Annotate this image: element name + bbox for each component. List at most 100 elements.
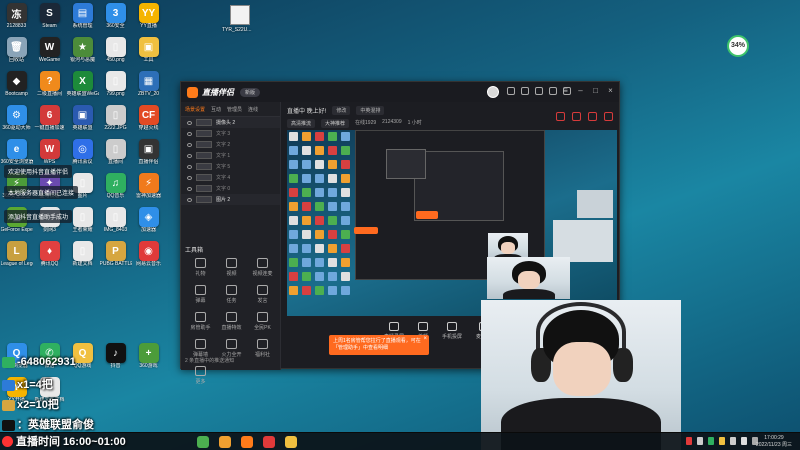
desktop-icon[interactable]: ▣ 英雄联盟 <box>66 104 99 138</box>
battery-widget[interactable]: 34% <box>727 35 749 57</box>
desktop-icon[interactable]: ♫ QQ音乐 <box>99 172 132 206</box>
eye-icon[interactable] <box>187 186 192 191</box>
minimize-button[interactable]: – <box>576 86 585 95</box>
scene-item[interactable]: 文字 0 <box>181 183 280 194</box>
tool-item[interactable]: 发言 <box>247 285 278 304</box>
share-icon[interactable] <box>588 112 597 121</box>
edit-title-button[interactable]: 修改 <box>332 106 351 115</box>
desktop-icon[interactable]: ⚡ 雷神加速器 <box>132 172 165 206</box>
eye-icon[interactable] <box>187 164 192 169</box>
desktop-icon[interactable]: ? 二级直播间 <box>33 70 66 104</box>
desktop-icon[interactable]: ▯ 直播间 <box>99 138 132 172</box>
desktop-icon[interactable]: W WeGame <box>33 36 66 70</box>
maximize-button[interactable]: □ <box>591 86 600 95</box>
desktop-icon[interactable]: ▯ 2222.JPG <box>99 104 132 138</box>
desktop-icon[interactable]: X英雄联盟WeGame <box>66 70 99 104</box>
desktop-icon[interactable]: S Steam <box>33 2 66 36</box>
close-button[interactable]: × <box>606 86 615 95</box>
category-pill[interactable]: 中英混排 <box>356 106 385 115</box>
eye-icon[interactable] <box>187 153 192 158</box>
scene-item[interactable]: 文字 3 <box>181 128 280 139</box>
taskbar-app-icon[interactable] <box>285 436 297 448</box>
tool-item[interactable]: 房管助手 <box>185 312 216 331</box>
desktop-icon[interactable]: ♦ 腾讯QQ <box>33 240 66 274</box>
desktop-icon[interactable]: ▤ 系统管理 <box>66 2 99 36</box>
desktop-icon[interactable]: PPUBG BATTLEG <box>99 240 132 274</box>
eye-icon[interactable] <box>187 197 192 202</box>
tab-interaction[interactable]: 互动 <box>211 106 221 113</box>
desktop-icon[interactable]: ▯ 799.png <box>99 70 132 104</box>
chat-icon[interactable] <box>572 112 581 121</box>
desktop-icon[interactable]: ▦ ZBTV_20 <box>132 70 165 104</box>
desktop-icon[interactable]: 6 一键直播加速 <box>33 104 66 138</box>
tool-item[interactable]: 视频连麦 <box>247 258 278 277</box>
recommend-pill[interactable]: 大神推荐 <box>321 119 350 128</box>
desktop-icon[interactable]: ▯ 450.png <box>99 36 132 70</box>
scene-item[interactable]: 文字 1 <box>181 150 280 161</box>
ime-icon[interactable] <box>741 437 747 445</box>
file-label[interactable]: TYR_S22U... <box>222 27 251 33</box>
avatar[interactable] <box>487 86 499 98</box>
file-icon[interactable] <box>230 5 250 25</box>
desktop-icon[interactable]: 3 360安全 <box>99 2 132 36</box>
taskbar-app-icon[interactable] <box>197 436 209 448</box>
tool-item[interactable]: 直播特效 <box>216 312 247 331</box>
message-icon[interactable] <box>507 87 515 95</box>
quality-pill[interactable]: 高清推流 <box>287 119 316 128</box>
desktop-icon[interactable]: ◆ Bootcamp <box>0 70 33 104</box>
desktop-icon[interactable]: 冻 2128833 <box>0 2 33 36</box>
tray-icon[interactable] <box>719 437 725 445</box>
tool-item[interactable]: 视频 <box>216 258 247 277</box>
tray-icon[interactable] <box>686 437 692 445</box>
desktop-icon[interactable]: YY YY直播 <box>132 2 165 36</box>
record-icon[interactable] <box>604 112 613 121</box>
version-badge[interactable]: 新版 <box>240 87 261 97</box>
settings-icon[interactable] <box>535 87 543 95</box>
desktop-icon[interactable]: ▣ 工具 <box>132 36 165 70</box>
footer-note[interactable]: 2 条直播中的推送通知 <box>185 357 234 364</box>
eye-icon[interactable] <box>187 131 192 136</box>
scene-item[interactable]: 文字 4 <box>181 172 280 183</box>
desktop-icon[interactable]: LLeague of Legends <box>0 240 33 274</box>
desktop-icon[interactable]: ◉ 网易云音乐 <box>132 240 165 274</box>
tool-item[interactable]: 全民PK <box>247 312 278 331</box>
desktop-icon[interactable]: 🗑 回收站 <box>0 36 33 70</box>
desktop-icon[interactable]: CF 穿越火线 <box>132 104 165 138</box>
tray-icon[interactable] <box>708 437 714 445</box>
scene-item[interactable]: 摄像头 2 <box>181 117 280 128</box>
tray-icon[interactable] <box>730 437 736 445</box>
admin-tip-popup[interactable]: 上周1名房管帮您拉行了直播观看，可在「管理助手」中查看明细 × <box>329 335 429 355</box>
eye-icon[interactable] <box>187 175 192 180</box>
scene-item[interactable]: 文字 2 <box>181 139 280 150</box>
taskbar-app-icon[interactable] <box>263 436 275 448</box>
shirt-icon[interactable] <box>521 87 529 95</box>
tool-item[interactable]: 福利社 <box>247 339 278 358</box>
desktop-icon[interactable]: ★ 银河与恶魔 <box>66 36 99 70</box>
gift-icon[interactable] <box>556 112 565 121</box>
tool-item[interactable]: 礼物 <box>185 258 216 277</box>
desktop-icon[interactable]: ▣ 直播伴侣 <box>132 138 165 172</box>
desktop-icon[interactable]: +360游戏 <box>132 342 165 376</box>
close-icon[interactable]: × <box>423 336 427 343</box>
control-button[interactable]: 手机投屏 <box>442 322 462 344</box>
eye-icon[interactable] <box>187 142 192 147</box>
taskbar-app-icon[interactable] <box>241 436 253 448</box>
tool-item[interactable]: 弹幕 <box>185 285 216 304</box>
tab-connect[interactable]: 连线 <box>248 106 258 113</box>
taskbar-app-icon[interactable] <box>219 436 231 448</box>
tool-item[interactable]: 弹幕墙 <box>185 339 216 358</box>
desktop-icon[interactable]: ◈ 加速器 <box>132 206 165 240</box>
tool-item[interactable]: 更多 <box>185 366 216 385</box>
tray-icon[interactable] <box>697 437 703 445</box>
menu-icon[interactable]: ≡ <box>561 86 570 95</box>
desktop-icon[interactable]: ♪ 抖音 <box>99 342 132 376</box>
eye-icon[interactable] <box>187 120 192 125</box>
desktop-icon[interactable]: ⚙ 360驱动大师 <box>0 104 33 138</box>
scene-item[interactable]: 文字 5 <box>181 161 280 172</box>
tool-item[interactable]: 火力全开 <box>216 339 247 358</box>
tab-scenes[interactable]: 场景设置 <box>185 106 205 113</box>
bell-icon[interactable] <box>549 87 557 95</box>
desktop-icon[interactable]: ▯ 新建文档 <box>66 240 99 274</box>
tab-admins[interactable]: 管理员 <box>227 106 242 113</box>
scene-item[interactable]: 图片 2 <box>181 194 280 205</box>
